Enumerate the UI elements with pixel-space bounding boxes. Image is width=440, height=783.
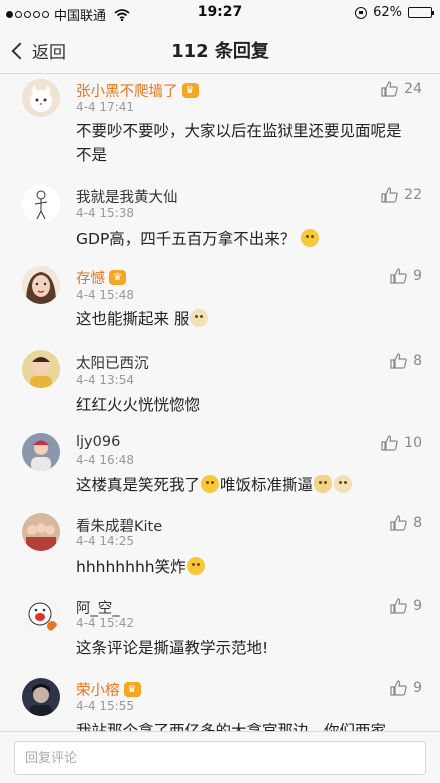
reply-text: 不要吵不要吵，大家以后在监狱里还要见面呢是不是 [76, 122, 402, 164]
reply-time: 4-4 17:41 [76, 100, 134, 114]
vip-badge-icon: ♛ [109, 270, 126, 285]
like-button[interactable]: 24 [381, 81, 422, 97]
reply-time: 4-4 15:48 [76, 288, 134, 302]
rotation-lock-icon [355, 6, 368, 19]
status-right: 62% [355, 5, 434, 20]
status-bar: 中国联通 19:27 62% [0, 0, 440, 26]
reply-text: 这条评论是撕逼教学示范地! [76, 639, 269, 657]
author-name: 阿_空_ [76, 601, 120, 617]
thumbs-up-icon [390, 515, 407, 531]
like-count: 9 [413, 598, 422, 614]
dark-portrait-avatar[interactable] [22, 678, 60, 716]
reply-author[interactable]: 荣小榕 ♛ [76, 679, 141, 700]
group-photo-avatar[interactable] [22, 513, 60, 551]
author-name: 张小黑不爬墙了 [76, 84, 178, 100]
thumbs-up-icon [390, 598, 407, 614]
thumbs-up-icon [381, 435, 398, 451]
reply-time: 4-4 15:42 [76, 616, 134, 630]
reply-time: 4-4 13:54 [76, 373, 134, 387]
like-button[interactable]: 22 [381, 187, 422, 203]
laughing-emoji [201, 475, 220, 493]
like-count: 10 [404, 435, 422, 451]
like-button[interactable]: 9 [390, 680, 422, 696]
like-button[interactable]: 10 [381, 435, 422, 451]
reply-author[interactable]: 我就是我黄大仙 [76, 186, 178, 207]
nav-bar: 返回 112 条回复 [0, 26, 440, 74]
like-button[interactable]: 9 [390, 598, 422, 614]
reply-time: 4-4 14:25 [76, 534, 134, 548]
page-title: 112 条回复 [171, 41, 269, 62]
cartoon-avatar[interactable] [22, 596, 60, 634]
reply-text: 这也能撕起来 服 [76, 307, 416, 331]
like-button[interactable]: 8 [390, 353, 422, 369]
author-name: ljy096 [76, 434, 121, 450]
author-name: 我就是我黄大仙 [76, 190, 178, 206]
author-name: 存憾 [76, 271, 105, 287]
reply-text: hhhhhhhh笑炸 [76, 555, 416, 579]
thumbs-up-icon [390, 268, 407, 284]
reply-author[interactable]: 存憾 ♛ [76, 267, 126, 288]
upside-down-face-emoji [301, 229, 320, 247]
author-name: 看朱成碧Kite [76, 519, 163, 535]
vip-badge-icon: ♛ [181, 83, 199, 98]
reply-list[interactable]: 张小黑不爬墙了 ♛ 4-4 17:41 24 不要吵不要吵，大家以后在监狱里还要… [0, 75, 440, 731]
reply-author[interactable]: 阿_空_ [76, 597, 120, 618]
reply-author[interactable]: 看朱成碧Kite [76, 515, 162, 536]
thumbs-up-icon [390, 680, 407, 696]
chevron-left-icon [11, 42, 29, 59]
reply-author[interactable]: 张小黑不爬墙了 ♛ [76, 80, 199, 101]
dog-emoji [190, 309, 209, 327]
like-count: 24 [404, 81, 422, 97]
woman-portrait-avatar[interactable] [22, 266, 60, 304]
dog-emoji [334, 475, 353, 493]
reply-text-content: hhhhhhhh笑炸 [76, 558, 186, 576]
reply-text-content: 这楼真是笑死我了 [76, 476, 201, 494]
like-count: 9 [413, 680, 422, 696]
reply-text-content: 唯饭标准撕逼 [220, 476, 314, 494]
reply-text: 我站那个拿了两亿多的大拿官那边，你们两家 [76, 722, 387, 731]
cat-avatar[interactable] [22, 79, 60, 117]
reply-time: 4-4 16:48 [76, 453, 134, 467]
reply-author[interactable]: ljy096 [76, 434, 120, 450]
reply-composer [0, 731, 440, 783]
author-name: 太阳已西沉 [76, 356, 149, 372]
vip-badge-icon: ♛ [123, 682, 141, 697]
back-button[interactable]: 返回 [10, 38, 66, 63]
reply-text-content: GDP高，四千五百万拿不出来？ [76, 230, 296, 248]
thumbs-up-icon [381, 187, 398, 203]
reply-time: 4-4 15:55 [76, 699, 134, 713]
thumbs-up-icon [381, 81, 398, 97]
laughing-emoji [186, 557, 205, 575]
author-name: 荣小榕 [76, 683, 120, 699]
cat-emoji [314, 475, 333, 493]
like-button[interactable]: 9 [390, 268, 422, 284]
child-photo-avatar[interactable] [22, 350, 60, 388]
reply-author[interactable]: 太阳已西沉 [76, 352, 149, 373]
like-button[interactable]: 8 [390, 515, 422, 531]
reply-text-content: 这也能撕起来 服 [76, 310, 190, 328]
reply-input[interactable] [14, 741, 426, 775]
like-count: 22 [404, 187, 422, 203]
person-photo-avatar[interactable] [22, 433, 60, 471]
thumbs-up-icon [390, 353, 407, 369]
reply-text: 红红火火恍恍惚惚 [76, 396, 201, 414]
back-label: 返回 [32, 43, 66, 63]
like-count: 8 [413, 353, 422, 369]
reply-text: 这楼真是笑死我了 唯饭标准撕逼 [76, 473, 416, 497]
battery-percent: 62% [373, 5, 402, 20]
reply-time: 4-4 15:38 [76, 206, 134, 220]
reply-text: GDP高，四千五百万拿不出来？ [76, 227, 416, 251]
battery-icon [408, 7, 434, 18]
sketch-figure-avatar[interactable] [22, 185, 60, 223]
like-count: 8 [413, 515, 422, 531]
like-count: 9 [413, 268, 422, 284]
